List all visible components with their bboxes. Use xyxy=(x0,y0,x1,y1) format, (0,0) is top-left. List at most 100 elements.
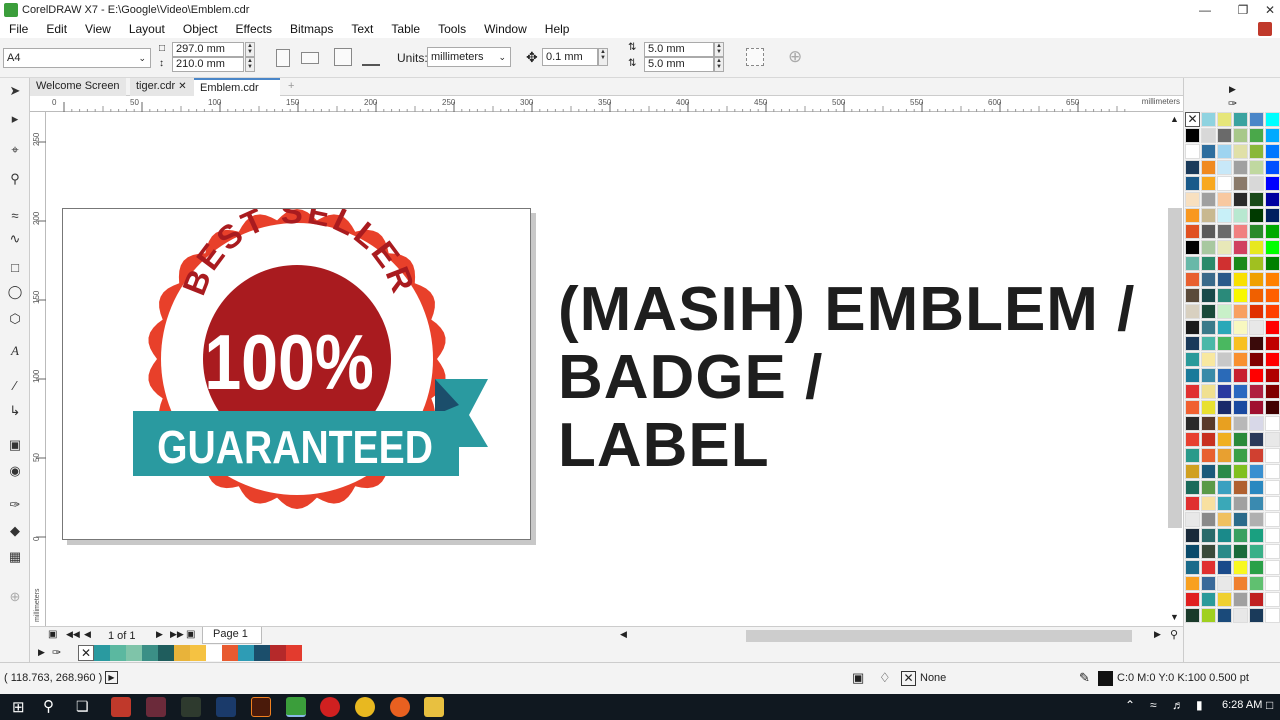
palette-color-swatch[interactable] xyxy=(1201,112,1216,127)
palette-color-swatch[interactable] xyxy=(1201,592,1216,607)
palette-color-swatch[interactable] xyxy=(1217,528,1232,543)
outline-color-swatch[interactable] xyxy=(1098,671,1113,686)
palette-color-swatch[interactable] xyxy=(1233,272,1248,287)
palette-color-swatch[interactable] xyxy=(1249,272,1264,287)
menu-tools[interactable]: Tools xyxy=(429,22,475,36)
palette-color-swatch[interactable] xyxy=(1185,464,1200,479)
duplicate-x-field[interactable]: 5.0 mm xyxy=(644,42,714,57)
palette-color-swatch[interactable] xyxy=(1217,384,1232,399)
palette-color-swatch[interactable] xyxy=(1217,192,1232,207)
palette-color-swatch[interactable] xyxy=(1217,352,1232,367)
palette-color-swatch[interactable] xyxy=(1233,384,1248,399)
drop-shadow-icon[interactable]: ▣ xyxy=(6,436,24,454)
palette-color-swatch[interactable] xyxy=(1185,224,1200,239)
no-fill-swatch[interactable]: ✕ xyxy=(1185,112,1200,127)
palette-color-swatch[interactable] xyxy=(1201,160,1216,175)
tab-tiger[interactable]: tiger.cdr ✕ xyxy=(130,78,196,96)
palette-color-swatch[interactable] xyxy=(1185,256,1200,271)
palette-color-swatch[interactable] xyxy=(1249,160,1264,175)
menu-view[interactable]: View xyxy=(76,22,120,36)
menu-text[interactable]: Text xyxy=(342,22,382,36)
palette-color-swatch[interactable] xyxy=(1265,144,1280,159)
palette-color-swatch[interactable] xyxy=(1233,592,1248,607)
palette-color-swatch[interactable] xyxy=(1201,256,1216,271)
palette-color-swatch[interactable] xyxy=(1233,304,1248,319)
rectangle-tool-icon[interactable]: □ xyxy=(6,258,24,276)
palette-color-swatch[interactable] xyxy=(1201,416,1216,431)
document-color-swatch[interactable] xyxy=(94,645,110,661)
palette-color-swatch[interactable] xyxy=(1265,512,1280,527)
zoom-tool-icon[interactable]: ⚲ xyxy=(6,170,24,188)
palette-color-swatch[interactable] xyxy=(1233,560,1248,575)
menu-help[interactable]: Help xyxy=(536,22,579,36)
palette-color-swatch[interactable] xyxy=(1201,240,1216,255)
palette-color-swatch[interactable] xyxy=(1185,528,1200,543)
palette-color-swatch[interactable] xyxy=(1249,448,1264,463)
document-color-swatch[interactable] xyxy=(174,645,190,661)
status-expand-icon[interactable]: ▶ xyxy=(105,671,118,684)
crop-tool-icon[interactable]: ⌖ xyxy=(6,141,24,159)
palette-color-swatch[interactable] xyxy=(1249,144,1264,159)
palette-color-swatch[interactable] xyxy=(1249,384,1264,399)
palette-color-swatch[interactable] xyxy=(1265,368,1280,383)
palette-color-swatch[interactable] xyxy=(1265,256,1280,271)
polygon-tool-icon[interactable]: ⬡ xyxy=(6,310,24,328)
text-tool-icon[interactable]: A xyxy=(6,342,24,360)
palette-color-swatch[interactable] xyxy=(1265,176,1280,191)
ellipse-tool-icon[interactable]: ◯ xyxy=(6,283,24,301)
page-height-field[interactable]: 210.0 mm xyxy=(172,57,244,72)
palette-color-swatch[interactable] xyxy=(1265,304,1280,319)
document-color-swatch[interactable] xyxy=(238,645,254,661)
palette-color-swatch[interactable] xyxy=(1265,352,1280,367)
palette-color-swatch[interactable] xyxy=(1201,384,1216,399)
palette-color-swatch[interactable] xyxy=(1233,448,1248,463)
current-page-icon[interactable] xyxy=(362,50,380,66)
freehand-tool-icon[interactable]: ≈ xyxy=(6,206,24,224)
smart-fill-icon[interactable]: ▦ xyxy=(6,548,24,566)
palette-color-swatch[interactable] xyxy=(1185,448,1200,463)
treat-as-filled-icon[interactable] xyxy=(746,48,764,66)
palette-color-swatch[interactable] xyxy=(1249,176,1264,191)
palette-color-swatch[interactable] xyxy=(1217,240,1232,255)
palette-color-swatch[interactable] xyxy=(1265,528,1280,543)
palette-color-swatch[interactable] xyxy=(1201,608,1216,623)
scroll-up-icon[interactable]: ▲ xyxy=(1170,114,1179,124)
palette-color-swatch[interactable] xyxy=(1185,432,1200,447)
palette-color-swatch[interactable] xyxy=(1249,336,1264,351)
palette-color-swatch[interactable] xyxy=(1185,304,1200,319)
menu-effects[interactable]: Effects xyxy=(227,22,281,36)
palette-color-swatch[interactable] xyxy=(1185,336,1200,351)
palette-color-swatch[interactable] xyxy=(1265,320,1280,335)
taskbar-app-p-icon[interactable] xyxy=(111,697,131,717)
palette-color-swatch[interactable] xyxy=(1185,352,1200,367)
palette-color-swatch[interactable] xyxy=(1265,560,1280,575)
palette-color-swatch[interactable] xyxy=(1233,336,1248,351)
dup-y-spinner[interactable]: ▲ ▼ xyxy=(714,57,724,72)
connector-tool-icon[interactable]: ↳ xyxy=(6,402,24,420)
palette-color-swatch[interactable] xyxy=(1201,208,1216,223)
palette-color-swatch[interactable] xyxy=(1233,192,1248,207)
palette-color-swatch[interactable] xyxy=(1201,224,1216,239)
palette-color-swatch[interactable] xyxy=(1233,208,1248,223)
palette-color-swatch[interactable] xyxy=(1265,544,1280,559)
palette-color-swatch[interactable] xyxy=(1185,400,1200,415)
palette-color-swatch[interactable] xyxy=(1233,432,1248,447)
palette-color-swatch[interactable] xyxy=(1201,352,1216,367)
palette-color-swatch[interactable] xyxy=(1217,544,1232,559)
document-color-swatch[interactable] xyxy=(286,645,302,661)
parallel-dimension-icon[interactable]: ∕ xyxy=(6,376,24,394)
palette-color-swatch[interactable] xyxy=(1201,176,1216,191)
palette-color-swatch[interactable] xyxy=(1217,432,1232,447)
palette-color-swatch[interactable] xyxy=(1217,560,1232,575)
portrait-icon[interactable] xyxy=(276,49,290,67)
file-explorer-icon[interactable] xyxy=(424,697,444,717)
battery-icon[interactable]: ▮ xyxy=(1196,698,1203,712)
palette-color-swatch[interactable] xyxy=(1265,192,1280,207)
dup-x-spinner[interactable]: ▲ ▼ xyxy=(714,42,724,57)
palette-color-swatch[interactable] xyxy=(1249,496,1264,511)
page-1-tab[interactable]: Page 1 xyxy=(202,627,262,644)
palette-color-swatch[interactable] xyxy=(1217,144,1232,159)
interactive-fill-icon[interactable]: ◆ xyxy=(6,522,24,540)
menu-bitmaps[interactable]: Bitmaps xyxy=(281,22,342,36)
firefox-icon[interactable] xyxy=(390,697,410,717)
